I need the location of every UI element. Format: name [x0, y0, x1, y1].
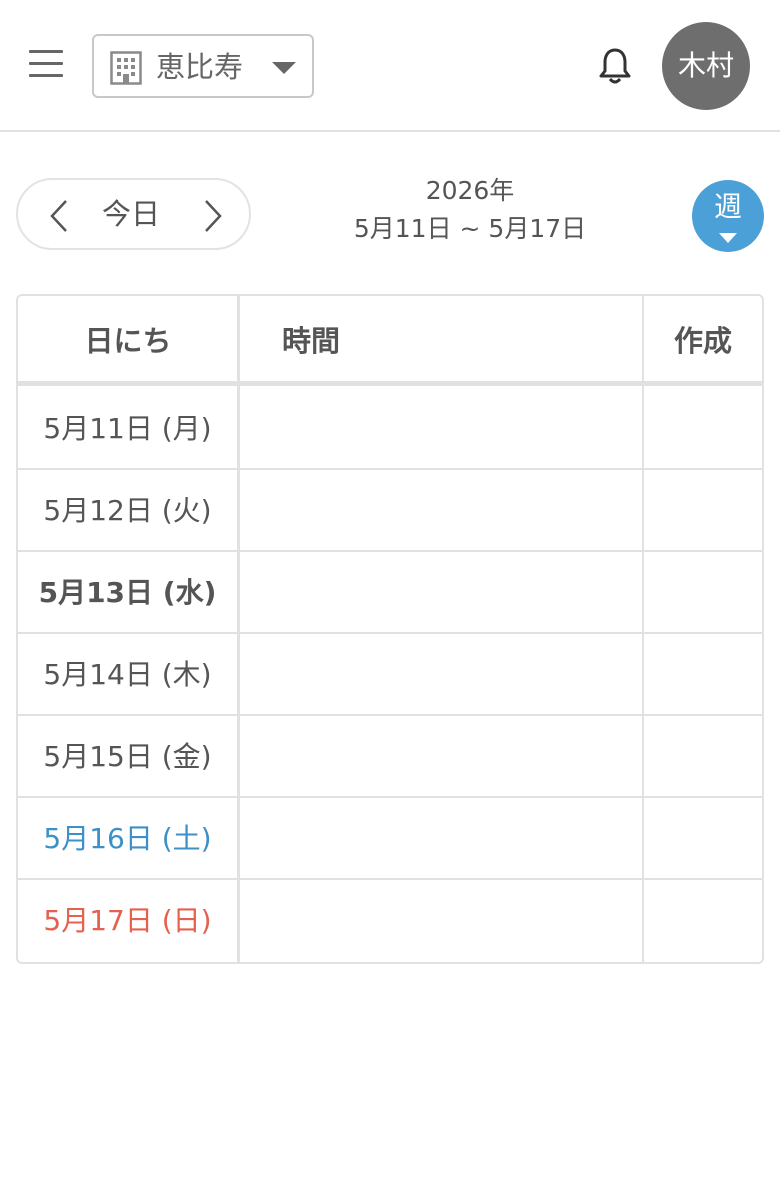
time-cell[interactable] — [240, 880, 642, 960]
store-name: 恵比寿 — [156, 50, 244, 84]
row-date-today: 5月13日 (水) — [38, 576, 217, 609]
create-cell[interactable] — [644, 388, 762, 468]
create-cell[interactable] — [644, 470, 762, 550]
time-cell[interactable] — [240, 388, 642, 468]
store-selector[interactable]: 恵比寿 — [92, 34, 314, 98]
row-date: 5月15日 (金) — [43, 740, 212, 773]
table-row: 5月12日 (火) — [18, 470, 762, 552]
range-label: 5月11日 ~ 5月17日 — [353, 214, 587, 243]
chevron-down-icon — [272, 62, 296, 74]
table-row: 5月11日 (月) — [18, 388, 762, 470]
create-cell[interactable] — [644, 798, 762, 878]
create-cell[interactable] — [644, 716, 762, 796]
row-date: 5月12日 (火) — [43, 494, 212, 527]
table-header: 日にち 時間 作成 — [18, 296, 762, 386]
table-row: 5月13日 (水) — [18, 552, 762, 634]
row-date-saturday: 5月16日 (土) — [43, 822, 212, 855]
bell-icon[interactable] — [598, 47, 632, 85]
schedule-table: 日にち 時間 作成 5月11日 (月) 5月12日 (火) 5月13日 (水) … — [16, 294, 764, 964]
table-row: 5月17日 (日) — [18, 880, 762, 962]
create-cell[interactable] — [644, 880, 762, 960]
create-cell[interactable] — [644, 552, 762, 632]
caret-down-icon — [719, 233, 737, 243]
app-header: 恵比寿 木村 — [0, 0, 780, 132]
user-avatar[interactable]: 木村 — [662, 22, 750, 110]
row-date-sunday: 5月17日 (日) — [43, 904, 212, 937]
building-icon — [110, 51, 142, 85]
year-label: 2026年 — [425, 176, 515, 205]
row-date: 5月11日 (月) — [43, 412, 212, 445]
time-cell[interactable] — [240, 470, 642, 550]
time-cell[interactable] — [240, 634, 642, 714]
view-mode-label: 週 — [713, 190, 742, 223]
table-row: 5月14日 (木) — [18, 634, 762, 716]
menu-icon[interactable] — [29, 50, 63, 78]
create-cell[interactable] — [644, 634, 762, 714]
chevron-right-icon[interactable] — [200, 199, 224, 233]
column-header-create: 作成 — [673, 324, 732, 358]
chevron-left-icon[interactable] — [48, 199, 72, 233]
column-header-date: 日にち — [84, 324, 172, 358]
week-navigator: 今日 — [16, 178, 251, 250]
date-range-display: 2026年 5月11日 ~ 5月17日 — [300, 172, 640, 248]
time-cell[interactable] — [240, 798, 642, 878]
table-row: 5月15日 (金) — [18, 716, 762, 798]
row-date: 5月14日 (木) — [43, 658, 212, 691]
table-row: 5月16日 (土) — [18, 798, 762, 880]
time-cell[interactable] — [240, 716, 642, 796]
column-header-time: 時間 — [282, 324, 341, 358]
view-mode-button[interactable]: 週 — [692, 180, 764, 252]
today-button[interactable]: 今日 — [102, 196, 160, 232]
time-cell[interactable] — [240, 552, 642, 632]
